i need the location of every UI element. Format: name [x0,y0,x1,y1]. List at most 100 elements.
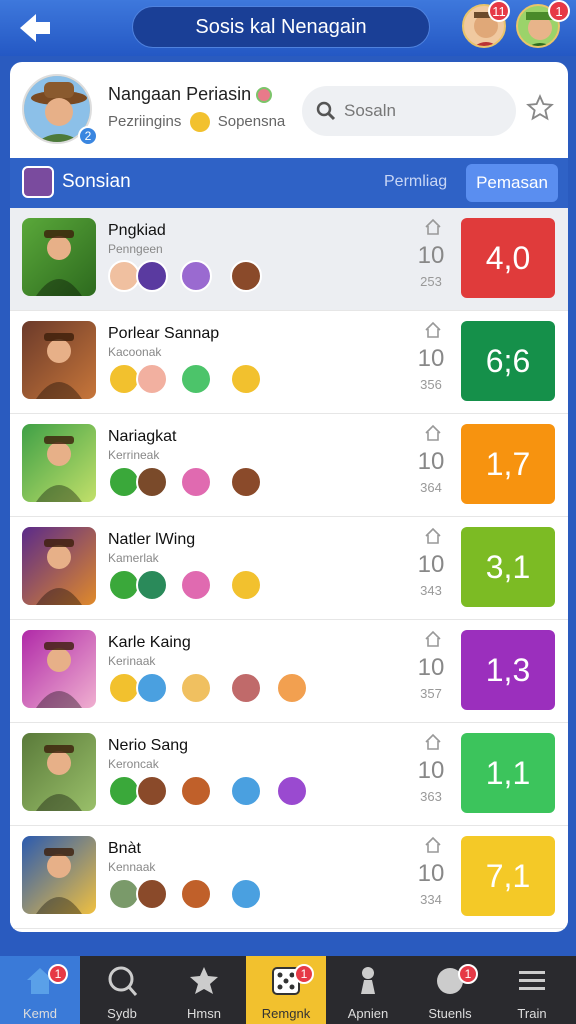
section-link[interactable]: Permliag [384,173,447,191]
player-token-icon [136,878,168,910]
game-thumbnail[interactable] [22,424,96,502]
nav-label: Apnien [347,1006,389,1021]
section-action-button[interactable]: Pemasan [466,164,558,202]
home-outline-icon [425,321,441,338]
item-count: 10 [417,654,445,681]
profile-level-badge: 2 [78,126,98,146]
nav-label: Sydb [107,1006,137,1021]
section-header: Sonsian Permliag Pemasan [10,158,568,208]
favorite-star-icon[interactable] [526,94,554,122]
item-count: 10 [417,345,445,372]
item-count: 10 [417,448,445,475]
game-thumbnail[interactable] [22,321,96,399]
top-bar: Sosis kal Nenagain 11 1 [0,0,576,56]
search-placeholder: Sosaln [344,101,396,120]
profile-header: 2 Nangaan Periasin Pezriingins Sopensna … [10,62,568,158]
home-outline-icon [425,630,441,647]
bottom-nav: 1 Kemd Sydb Hmsn 1 Remgnk Apnien 1 Stuenls Train [0,956,576,1024]
list-item[interactable]: Porlear Sannap Kacoonak 10 356 6;6 [10,311,568,414]
player-token-icon [180,466,212,498]
home-outline-icon [425,218,441,235]
score-button[interactable]: 1,1 [461,733,555,813]
player-token-icon [136,260,168,292]
pawn-icon [352,964,384,998]
score-button[interactable]: 1,7 [461,424,555,504]
nav-item-sydb[interactable]: Sydb [82,956,162,1024]
nav-item-remgnk[interactable]: 1 Remgnk [246,956,326,1024]
player-token-icon [230,672,262,704]
search-input[interactable]: Sosaln [302,86,516,136]
list-item[interactable]: Pngkiad Penngeen 10 253 4,0 [10,208,568,311]
score-button[interactable]: 1,3 [461,630,555,710]
notification-badge: 1 [458,964,478,984]
menu-icon [516,964,548,998]
nav-label: Kemd [23,1006,57,1021]
list-item[interactable]: Natler lWing Kamerlak 10 343 3,1 [10,517,568,620]
item-subtitle: Kacoonak [108,345,162,359]
list-item[interactable]: Karle Kaing Kerinaak 10 357 1,3 [10,620,568,723]
list-item[interactable]: Bnàt Kennaak 10 334 7,1 [10,826,568,929]
back-arrow-icon[interactable] [14,8,54,48]
player-token-icon [230,363,262,395]
profile-name: Nangaan Periasin [108,84,273,105]
player-token-icon [230,569,262,601]
item-subtitle: Keroncak [108,757,159,771]
nav-label: Train [517,1006,547,1021]
home-outline-icon [425,836,441,853]
score-button[interactable]: 7,1 [461,836,555,916]
list-item[interactable]: Nerio Sang Keroncak 10 363 1,1 [10,723,568,826]
score-button[interactable]: 4,0 [461,218,555,298]
star-icon [188,964,220,998]
list-item[interactable]: Nariagkat Kerrineak 10 364 1,7 [10,414,568,517]
game-thumbnail[interactable] [22,527,96,605]
player-token-icon [136,672,168,704]
player-token-icon [276,775,308,807]
player-token-icon [276,672,308,704]
section-avatar-icon [22,166,54,198]
search-icon [316,101,336,121]
nav-item-train[interactable]: Train [492,956,572,1024]
game-list: Pngkiad Penngeen 10 253 4,0 Porlear Sannap Kac… [10,208,568,929]
item-subtitle: Kerinaak [108,654,156,668]
notification-badge: 1 [294,964,314,984]
player-token-icon [180,363,212,395]
score-button[interactable]: 6;6 [461,321,555,401]
player-token-icon [136,363,168,395]
gem-icon [256,87,273,104]
coin-icon [189,112,210,132]
item-count: 10 [417,860,445,887]
game-thumbnail[interactable] [22,733,96,811]
friend-badge-1: 11 [488,0,510,22]
game-thumbnail[interactable] [22,836,96,914]
nav-item-apnien[interactable]: Apnien [328,956,408,1024]
item-subtitle: Kennaak [108,860,156,874]
nav-item-hmsn[interactable]: Hmsn [164,956,244,1024]
notification-badge: 1 [48,964,68,984]
player-token-icon [136,466,168,498]
nav-item-kemd[interactable]: 1 Kemd [0,956,80,1024]
section-title: Sonsian [62,171,131,192]
item-count: 10 [417,757,445,784]
player-token-icon [180,260,212,292]
home-outline-icon [425,527,441,544]
game-thumbnail[interactable] [22,630,96,708]
player-token-icon [230,775,262,807]
item-title: Pngkiad [108,222,166,239]
player-token-icon [180,672,212,704]
item-subtitle: Penngeen [108,242,163,256]
item-number: 363 [420,789,442,804]
nav-item-stuenls[interactable]: 1 Stuenls [410,956,490,1024]
profile-subtitle: Pezriingins Sopensna [108,112,285,132]
main-card: 2 Nangaan Periasin Pezriingins Sopensna … [10,62,568,932]
item-subtitle: Kamerlak [108,551,159,565]
score-button[interactable]: 3,1 [461,527,555,607]
home-outline-icon [425,424,441,441]
player-token-icon [230,260,262,292]
nav-label: Remgnk [261,1006,311,1021]
game-thumbnail[interactable] [22,218,96,296]
item-title: Natler lWing [108,531,196,548]
item-number: 334 [420,892,442,907]
player-token-icon [180,878,212,910]
nav-label: Hmsn [187,1006,221,1021]
player-token-icon [230,466,262,498]
